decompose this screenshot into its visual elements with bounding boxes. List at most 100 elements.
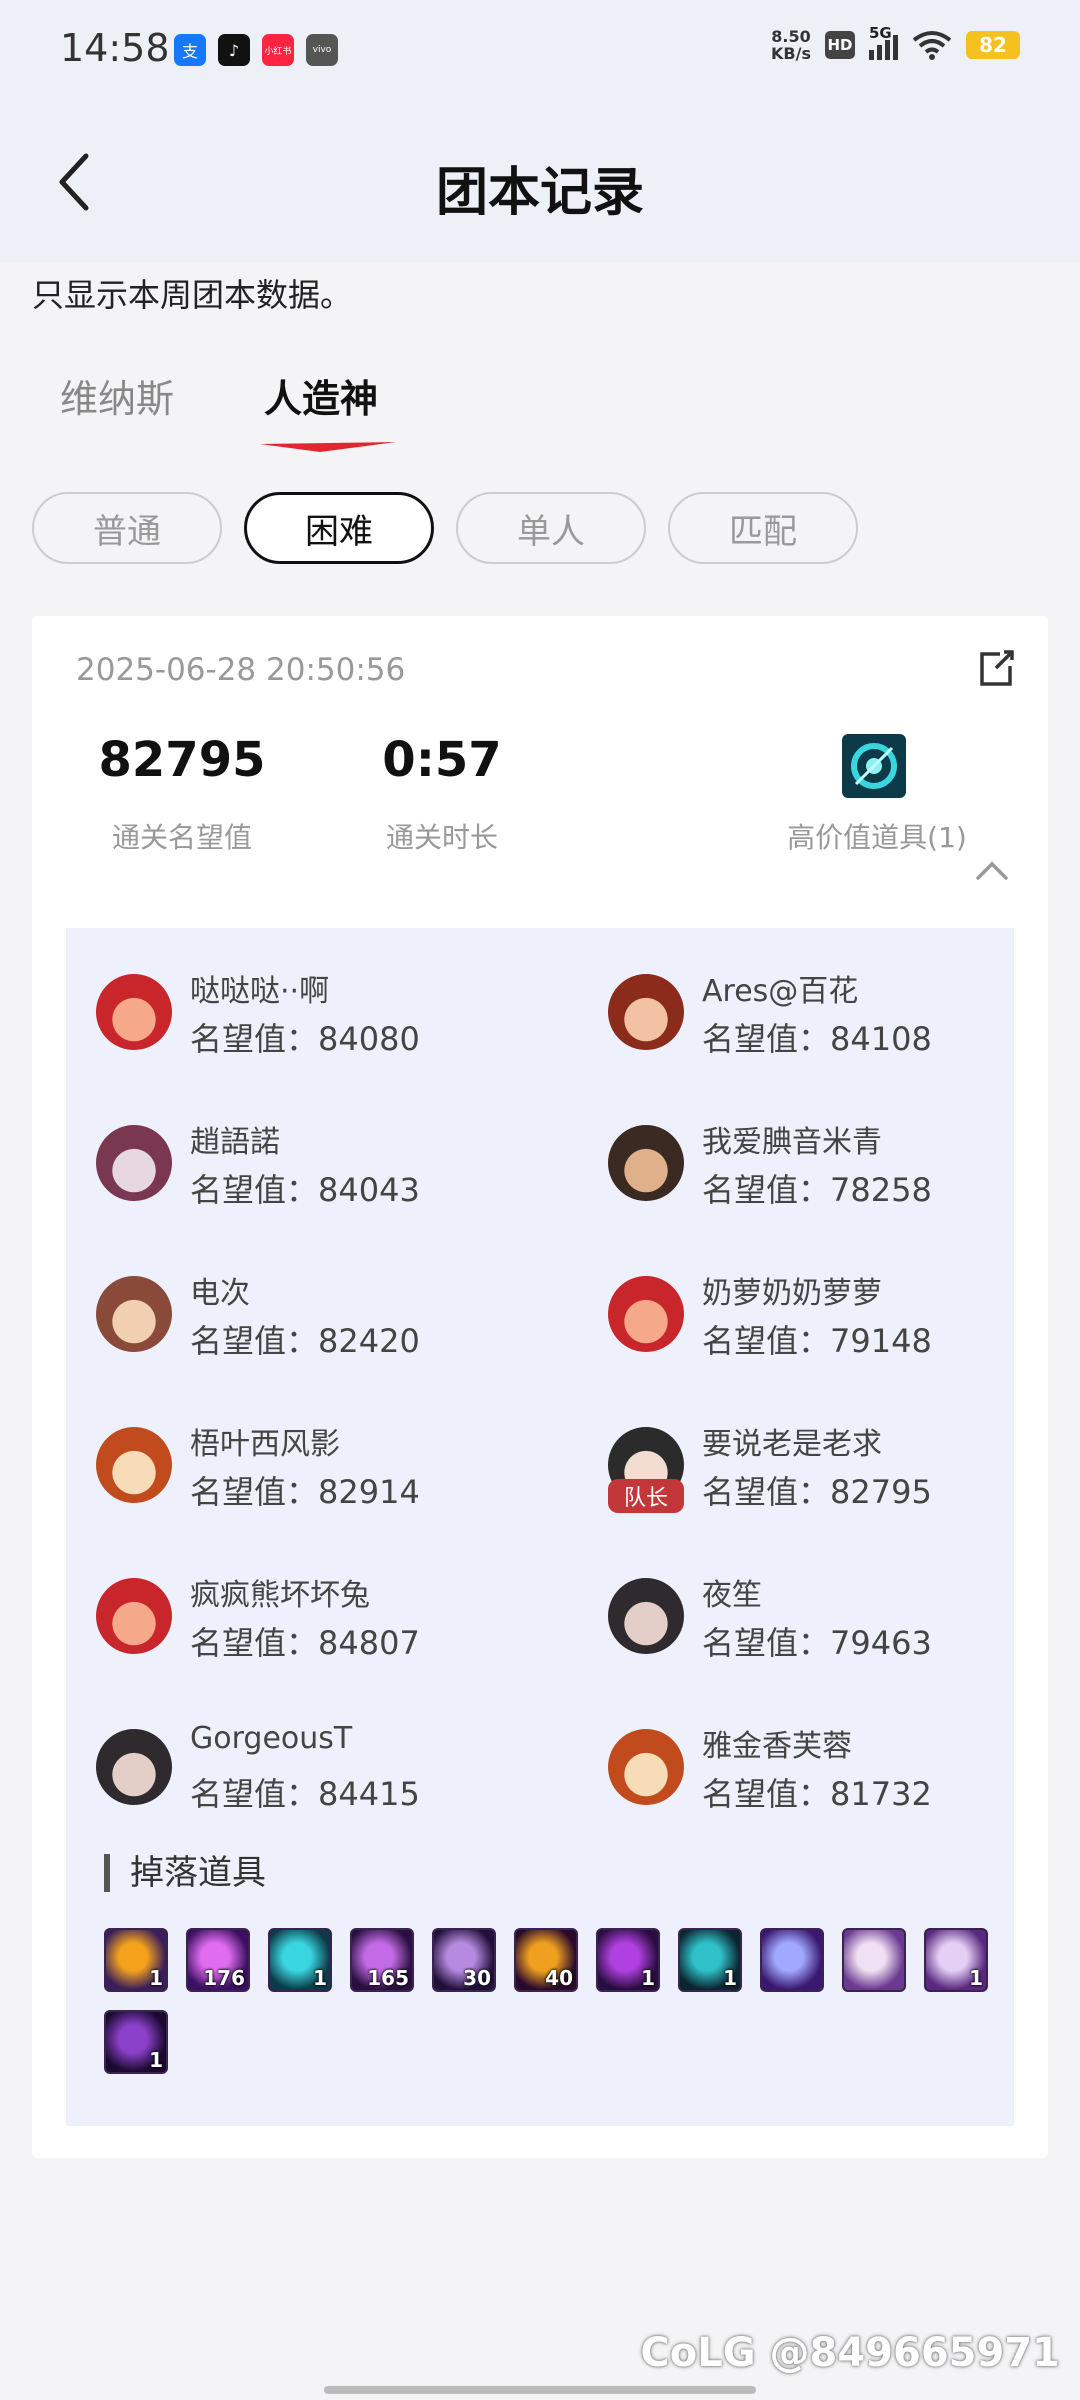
net-speed: 8.50 KB/s	[771, 27, 811, 63]
drop-count: 176	[203, 1966, 245, 1990]
avatar	[96, 1729, 172, 1805]
drop-count: 165	[367, 1966, 409, 1990]
member-reputation: 名望值：79148	[702, 1322, 932, 1360]
member-name: 夜笙	[702, 1578, 762, 1613]
raid-tabs: 维纳斯 人造神	[60, 368, 397, 452]
member-reputation: 名望值：79463	[702, 1624, 932, 1662]
filter-normal[interactable]: 普通	[32, 492, 222, 564]
drop-count: 1	[723, 1966, 737, 1990]
team-members-panel: 哒哒哒··啊名望值：84080 Ares@百花名望值：84108 趙語諾 名望值：84…	[66, 928, 1014, 2126]
member-card[interactable]: Ares@百花名望值：84108	[608, 966, 1038, 1076]
top-area: 14:58 支 ♪ 小红书 vivo 8.50 KB/s HD 5G 82 团本…	[0, 0, 1080, 262]
hd-icon: HD	[825, 31, 855, 59]
cellular-signal-icon: 5G	[869, 24, 898, 60]
drop-item-icon[interactable]: 40	[514, 1928, 578, 1992]
reputation-value: 82795	[98, 732, 266, 788]
member-name: 电次	[190, 1276, 250, 1311]
member-card[interactable]: 哒哒哒··啊名望值：84080	[96, 966, 526, 1076]
tab-artificial-god[interactable]: 人造神	[260, 368, 397, 452]
drop-item-icon[interactable]	[760, 1928, 824, 1992]
member-reputation: 名望值：82795	[702, 1473, 932, 1511]
member-card[interactable]: 奶萝奶奶萝萝名望值：79148	[608, 1268, 1038, 1378]
drop-count: 1	[149, 2048, 163, 2072]
member-name: GorgeousT	[190, 1721, 353, 1756]
drop-item-icon[interactable]: 1	[596, 1928, 660, 1992]
avatar	[608, 1276, 684, 1352]
active-tab-indicator	[260, 442, 397, 452]
high-value-item-icon[interactable]	[842, 734, 906, 798]
member-name: 哒哒哒··啊	[190, 974, 330, 1009]
member-card[interactable]: 队长 要说老是老求名望值：82795	[608, 1419, 1038, 1529]
member-name: 我爱腆音米青	[702, 1125, 882, 1160]
alipay-icon: 支	[174, 34, 206, 66]
member-card[interactable]: 电次名望值：82420	[96, 1268, 526, 1378]
drop-item-icon[interactable]: 1	[678, 1928, 742, 1992]
drop-count: 30	[463, 1966, 491, 1990]
filter-solo[interactable]: 单人	[456, 492, 646, 564]
drop-count: 40	[545, 1966, 573, 1990]
member-card[interactable]: 我爱腆音米青名望值：78258	[608, 1117, 1038, 1227]
drop-count: 1	[641, 1966, 655, 1990]
member-reputation: 名望值：84043	[190, 1171, 420, 1209]
avatar	[96, 1427, 172, 1503]
member-card[interactable]: 疯疯熊坏坏兔名望值：84807	[96, 1570, 526, 1680]
member-card[interactable]: 趙語諾 名望值：84043	[96, 1117, 526, 1227]
high-value-label: 高价值道具(1)	[787, 821, 967, 854]
drop-item-icon[interactable]	[842, 1928, 906, 1992]
reputation-label: 通关名望值	[111, 821, 252, 854]
record-datetime: 2025-06-28 20:50:56	[76, 652, 406, 688]
tiktok-icon: ♪	[218, 34, 250, 66]
page-title: 团本记录	[435, 163, 644, 223]
battery-icon: 82	[966, 31, 1020, 59]
member-name: 疯疯熊坏坏兔	[190, 1578, 370, 1613]
filter-hard[interactable]: 困难	[244, 492, 434, 564]
drop-item-icon[interactable]: 30	[432, 1928, 496, 1992]
share-icon[interactable]	[974, 646, 1018, 690]
drop-item-icon[interactable]: 176	[186, 1928, 250, 1992]
member-name: 奶萝奶奶萝萝	[702, 1276, 882, 1311]
vivo-icon: vivo	[306, 34, 338, 66]
drop-item-icon[interactable]: 1	[924, 1928, 988, 1992]
avatar	[96, 1578, 172, 1654]
member-reputation: 名望值：78258	[702, 1171, 932, 1209]
drop-count: 1	[313, 1966, 327, 1990]
wifi-icon	[912, 31, 952, 60]
leader-badge: 队长	[608, 1479, 684, 1513]
avatar	[96, 1276, 172, 1352]
member-reputation: 名望值：84108	[702, 1020, 932, 1058]
avatar	[608, 974, 684, 1050]
status-time: 14:58	[60, 26, 170, 70]
member-reputation: 名望值：84080	[190, 1020, 420, 1058]
member-name: Ares@百花	[702, 974, 859, 1009]
home-indicator[interactable]	[324, 2386, 756, 2394]
drops-title: 掉落道具	[104, 1854, 266, 1892]
member-reputation: 名望值：84807	[190, 1624, 420, 1662]
drop-item-icon[interactable]: 1	[104, 2010, 168, 2074]
member-name: 要说老是老求	[702, 1427, 882, 1462]
avatar	[96, 1125, 172, 1201]
xiaohongshu-icon: 小红书	[262, 34, 294, 66]
tab-venus[interactable]: 维纳斯	[60, 368, 174, 448]
member-card[interactable]: 梧叶西风影 名望值：82914	[96, 1419, 526, 1529]
filter-matchmaking[interactable]: 匹配	[668, 492, 858, 564]
status-bar: 14:58 支 ♪ 小红书 vivo 8.50 KB/s HD 5G 82	[0, 0, 1080, 100]
member-reputation: 名望值：81732	[702, 1775, 932, 1813]
drop-count: 1	[149, 1966, 163, 1990]
member-card[interactable]: GorgeousT 名望值：84415	[96, 1721, 526, 1831]
drop-item-icon[interactable]: 165	[350, 1928, 414, 1992]
status-right: 8.50 KB/s HD 5G 82	[771, 24, 1020, 63]
header: 团本记录	[0, 120, 1080, 250]
drop-item-icon[interactable]: 1	[268, 1928, 332, 1992]
member-reputation: 名望值：82420	[190, 1322, 420, 1360]
member-reputation: 名望值：84415	[190, 1775, 420, 1813]
raid-record-card: 2025-06-28 20:50:56 82795 通关名望值 0:57 通关时…	[32, 616, 1048, 2158]
member-card[interactable]: 雅金香芙蓉 名望值：81732	[608, 1721, 1038, 1831]
watermark: CoLG @849665971	[640, 2330, 1060, 2376]
drop-item-icon[interactable]: 1	[104, 1928, 168, 1992]
duration-label: 通关时长	[385, 821, 498, 854]
chevron-up-icon[interactable]	[972, 856, 1012, 886]
member-card[interactable]: 夜笙名望值：79463	[608, 1570, 1038, 1680]
avatar	[608, 1125, 684, 1201]
member-reputation: 名望值：82914	[190, 1473, 420, 1511]
avatar	[96, 974, 172, 1050]
